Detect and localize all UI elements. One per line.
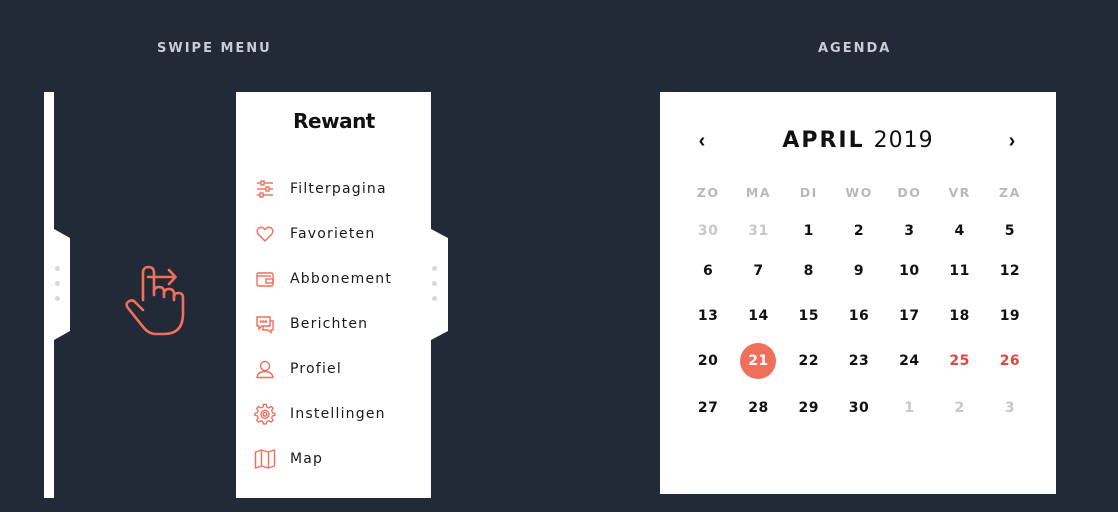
weekday-label: WO — [845, 185, 873, 200]
menu-item-filterpagina[interactable]: Filterpagina — [254, 166, 424, 211]
weekday-label: ZA — [999, 185, 1021, 200]
weekday-label: ZO — [696, 185, 720, 200]
menu-item-profiel[interactable]: Profiel — [254, 346, 424, 391]
heart-icon — [254, 223, 276, 245]
menu-logo: Rewant — [293, 109, 375, 133]
calendar-day[interactable]: 23 — [834, 343, 884, 379]
menu-item-label: Filterpagina — [290, 180, 387, 197]
menu-item-label: Instellingen — [290, 405, 386, 422]
calendar-day[interactable]: 30 — [683, 213, 733, 249]
user-icon — [254, 358, 276, 380]
calendar-day-highlighted[interactable]: 25 — [934, 343, 984, 379]
calendar-day[interactable]: 15 — [784, 298, 834, 334]
menu-item-map[interactable]: Map — [254, 436, 424, 481]
calendar-day[interactable]: 31 — [733, 213, 783, 249]
calendar-header: ‹ APRIL 2019 › — [660, 128, 1056, 158]
selected-day-circle: 21 — [740, 343, 777, 379]
calendar-day[interactable]: 27 — [683, 390, 733, 426]
menu-item-instellingen[interactable]: Instellingen — [254, 391, 424, 436]
calendar-day[interactable]: 20 — [683, 343, 733, 379]
weekday-label: DO — [897, 185, 922, 200]
calendar-day[interactable]: 2 — [934, 390, 984, 426]
month-label: APRIL — [782, 128, 865, 153]
calendar-day[interactable]: 12 — [985, 253, 1035, 289]
calendar-day[interactable]: 22 — [784, 343, 834, 379]
calendar-day[interactable]: 24 — [884, 343, 934, 379]
calendar-day[interactable]: 1 — [784, 213, 834, 249]
calendar-day[interactable]: 29 — [784, 390, 834, 426]
chat-bubbles-icon — [254, 313, 276, 335]
calendar-day[interactable]: 10 — [884, 253, 934, 289]
menu-list: Filterpagina Favorieten Abbonement Beric… — [254, 166, 424, 481]
calendar-day[interactable]: 13 — [683, 298, 733, 334]
calendar-day[interactable]: 19 — [985, 298, 1035, 334]
calendar-day[interactable]: 5 — [985, 213, 1035, 249]
menu-item-berichten[interactable]: Berichten — [254, 301, 424, 346]
menu-item-abbonement[interactable]: Abbonement — [254, 256, 424, 301]
calendar-day[interactable]: 28 — [733, 390, 783, 426]
gear-icon — [254, 403, 276, 425]
menu-item-label: Map — [290, 450, 324, 467]
calendar-day[interactable]: 14 — [733, 298, 783, 334]
calendar-day[interactable]: 8 — [784, 253, 834, 289]
weekday-label: MA — [745, 185, 771, 200]
year-label: 2019 — [873, 128, 934, 153]
calendar-week-row: 30 31 1 2 3 4 5 — [683, 213, 1058, 249]
wallet-icon — [254, 268, 276, 290]
calendar-day[interactable]: 4 — [934, 213, 984, 249]
menu-item-favorieten[interactable]: Favorieten — [254, 211, 424, 256]
calendar-week-row: 20 21 22 23 24 25 26 — [683, 343, 1058, 379]
calendar-day[interactable]: 16 — [834, 298, 884, 334]
calendar-day[interactable]: 30 — [834, 390, 884, 426]
month-year-title: APRIL 2019 — [660, 128, 1056, 153]
weekday-label: VR — [948, 185, 971, 200]
calendar-day[interactable]: 3 — [985, 390, 1035, 426]
next-month-button[interactable]: › — [1000, 130, 1024, 153]
weekday-header-row: ZO MA DI WO DO VR ZA — [683, 185, 1058, 200]
calendar-week-row: 27 28 29 30 1 2 3 — [683, 390, 1058, 426]
weekday-label: DI — [799, 185, 818, 200]
map-icon — [254, 448, 276, 470]
calendar-day-selected[interactable]: 21 — [733, 343, 783, 379]
calendar-day[interactable]: 2 — [834, 213, 884, 249]
calendar-day[interactable]: 9 — [834, 253, 884, 289]
calendar-day-highlighted[interactable]: 26 — [985, 343, 1035, 379]
filter-sliders-icon — [254, 178, 276, 200]
calendar-day[interactable]: 1 — [884, 390, 934, 426]
menu-item-label: Berichten — [290, 315, 369, 332]
calendar-week-row: 13 14 15 16 17 18 19 — [683, 298, 1058, 334]
menu-drag-handle[interactable] — [432, 266, 437, 311]
menu-item-label: Favorieten — [290, 225, 376, 242]
calendar-day[interactable]: 6 — [683, 253, 733, 289]
calendar-day[interactable]: 17 — [884, 298, 934, 334]
calendar-day[interactable]: 11 — [934, 253, 984, 289]
agenda-title: AGENDA — [818, 41, 892, 56]
menu-item-label: Profiel — [290, 360, 342, 377]
calendar-day[interactable]: 7 — [733, 253, 783, 289]
calendar-week-row: 6 7 8 9 10 11 12 — [683, 253, 1058, 289]
agenda-calendar: ‹ APRIL 2019 › ZO MA DI WO DO VR ZA 30 3… — [660, 92, 1056, 494]
calendar-day[interactable]: 3 — [884, 213, 934, 249]
calendar-day[interactable]: 18 — [934, 298, 984, 334]
menu-item-label: Abbonement — [290, 270, 393, 287]
